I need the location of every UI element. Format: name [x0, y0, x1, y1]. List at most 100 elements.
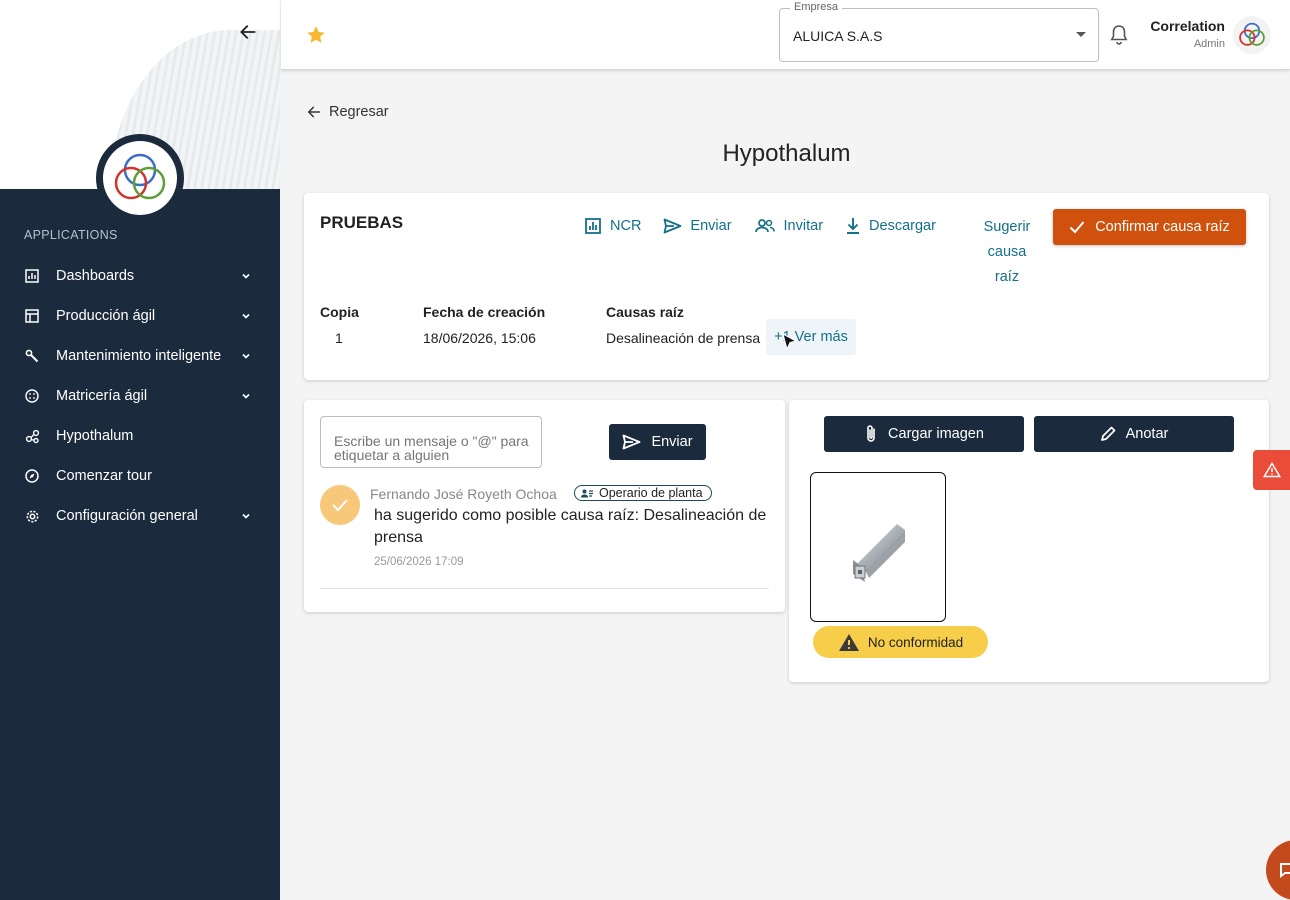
role-badge-label: Operario de planta: [599, 486, 703, 500]
sidebar-item-produccion[interactable]: Producción ágil: [0, 296, 280, 336]
sidebar-item-configuracion[interactable]: Configuración general: [0, 496, 280, 536]
collapse-sidebar-button[interactable]: [236, 20, 260, 44]
case-name: PRUEBAS: [320, 213, 404, 232]
user-card-icon: [581, 489, 593, 497]
download-button[interactable]: Descargar: [845, 217, 936, 235]
alert-tab[interactable]: [1253, 450, 1290, 490]
ncr-button[interactable]: NCR: [584, 217, 641, 235]
sidebar-item-hypothalum[interactable]: Hypothalum: [0, 416, 280, 456]
gear-icon: [24, 508, 40, 524]
rings-logo-icon: [114, 153, 166, 200]
suggest-label-line: causa: [987, 244, 1027, 260]
created-value: 18/06/2026, 15:06: [423, 330, 536, 346]
send-icon: [664, 218, 682, 234]
wrench-icon: [24, 348, 40, 364]
invite-button[interactable]: Invitar: [754, 218, 824, 234]
table-icon: [24, 308, 40, 324]
annotate-button[interactable]: Anotar: [1034, 416, 1234, 452]
group-add-icon: [754, 219, 775, 233]
page-title: Hypothalum: [722, 140, 851, 167]
nonconformity-badge: No conformidad: [813, 626, 988, 658]
invite-label: Invitar: [783, 218, 824, 234]
pencil-icon: [1100, 426, 1115, 441]
sidebar-item-label: Configuración general: [56, 508, 198, 524]
arrow-left-icon: [240, 25, 256, 39]
chat-bubble-icon: [1280, 863, 1290, 878]
message-time: 25/06/2026 17:09: [374, 556, 464, 568]
dropdown-caret-icon: [1076, 32, 1086, 37]
company-logo: [96, 134, 184, 222]
sidebar-item-label: Mantenimiento inteligente: [56, 348, 222, 364]
suggest-label-line: Sugerir: [983, 219, 1031, 235]
paperclip-icon: [867, 425, 875, 442]
sidebar-item-matriceria[interactable]: Matricería ágil: [0, 376, 280, 416]
sidebar-item-label: Comenzar tour: [56, 468, 152, 484]
warning-icon: [1262, 462, 1281, 478]
sidebar-nav: Dashboards Producción ágil Mantenimiento…: [0, 256, 280, 536]
user-name: Correlation: [1150, 18, 1225, 34]
sidebar-item-dashboards[interactable]: Dashboards: [0, 256, 280, 296]
send-message-label: Enviar: [651, 434, 693, 450]
grid-circle-icon: [24, 388, 40, 404]
rings-logo-icon: [1239, 22, 1265, 46]
chat-card: Enviar Fernando José Royeth Ochoa Operar…: [304, 400, 785, 612]
back-link-label: Regresar: [329, 104, 389, 120]
annotate-label: Anotar: [1125, 426, 1169, 442]
confirm-label: Confirmar causa raíz: [1095, 219, 1230, 235]
notifications-bell-icon[interactable]: [1109, 24, 1129, 46]
chart-icon: [24, 268, 40, 284]
company-select-value: ALUICA S.A.S: [793, 28, 883, 44]
message-text: ha sugerido como posible causa raíz: Des…: [374, 507, 767, 546]
nonconformity-label: No conformidad: [867, 634, 964, 650]
mouse-cursor-icon: [782, 333, 798, 351]
compass-icon: [24, 468, 40, 484]
favorite-star-icon[interactable]: [305, 24, 327, 46]
divider: [320, 588, 769, 589]
chevron-down-icon: [240, 510, 252, 522]
root-cause-value: Desalineación de prensa: [606, 330, 761, 346]
case-summary-card: PRUEBAS NCR Enviar Invitar Descargar Sug…: [304, 193, 1269, 380]
sidebar-item-label: Producción ágil: [56, 308, 156, 324]
image-thumbnail[interactable]: [810, 472, 946, 622]
chevron-down-icon: [240, 270, 252, 282]
applications-label: APPLICATIONS: [24, 228, 118, 242]
back-link[interactable]: Regresar: [306, 104, 389, 120]
send-case-label: Enviar: [690, 218, 732, 234]
sidebar: APPLICATIONS Dashboards Producción ágil …: [0, 0, 280, 900]
suggestion-avatar: [320, 485, 360, 525]
sidebar-item-label: Hypothalum: [56, 428, 134, 444]
suggest-label-line: raíz: [994, 269, 1020, 285]
upload-image-button[interactable]: Cargar imagen: [824, 416, 1024, 452]
download-icon: [847, 218, 860, 234]
chevron-down-icon: [240, 350, 252, 362]
sidebar-item-label: Dashboards: [56, 268, 135, 284]
role-badge: Operario de planta: [574, 485, 712, 501]
arrow-left-icon: [307, 106, 321, 118]
download-label: Descargar: [869, 218, 936, 234]
upload-image-label: Cargar imagen: [888, 426, 984, 442]
user-avatar[interactable]: [1233, 16, 1271, 54]
send-message-button[interactable]: Enviar: [609, 424, 706, 460]
sidebar-item-tour[interactable]: Comenzar tour: [0, 456, 280, 496]
message-input[interactable]: [320, 416, 542, 468]
hypothalum-icon: [24, 428, 40, 444]
chart-icon: [585, 218, 601, 234]
send-icon: [623, 434, 641, 450]
created-label: Fecha de creación: [423, 304, 546, 320]
chevron-down-icon: [240, 390, 252, 402]
company-select[interactable]: Empresa ALUICA S.A.S: [779, 1, 1099, 62]
images-card: Cargar imagen Anotar No conformidad: [789, 400, 1269, 682]
message-author: Fernando José Royeth Ochoa: [370, 486, 557, 502]
suggest-root-cause-button[interactable]: Sugerir causa raíz: [976, 215, 1038, 290]
chat-support-button[interactable]: [1266, 840, 1290, 900]
copy-label: Copia: [320, 304, 359, 320]
ncr-label: NCR: [610, 218, 642, 234]
top-bar: Empresa ALUICA S.A.S Correlation Admin: [281, 0, 1290, 70]
confirm-root-cause-button[interactable]: Confirmar causa raíz: [1053, 209, 1246, 245]
check-icon: [1069, 221, 1085, 234]
send-case-button[interactable]: Enviar: [663, 218, 732, 234]
root-cause-label: Causas raíz: [606, 304, 684, 320]
see-more-button[interactable]: +1 Ver más: [766, 319, 856, 355]
sidebar-item-mantenimiento[interactable]: Mantenimiento inteligente: [0, 336, 280, 376]
case-actions: NCR Enviar Invitar Descargar: [584, 217, 958, 235]
